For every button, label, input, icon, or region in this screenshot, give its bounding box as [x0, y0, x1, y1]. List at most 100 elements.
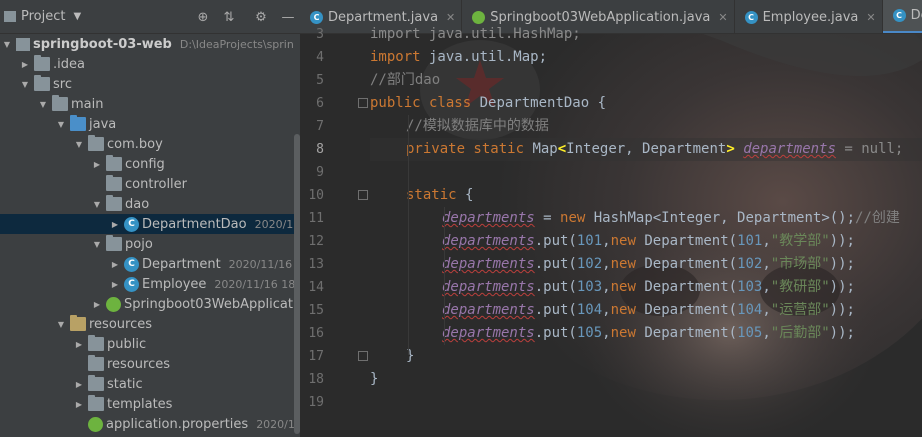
- code-token: .put(: [534, 256, 577, 272]
- project-view-selector[interactable]: Project ▼: [0, 9, 81, 24]
- close-tab-icon[interactable]: ✕: [446, 11, 455, 24]
- project-title: Project: [21, 9, 66, 24]
- tree-item[interactable]: ▼ src: [0, 74, 300, 94]
- fold-marker-icon[interactable]: [358, 190, 368, 200]
- code-token: "市场部": [770, 256, 830, 272]
- code-line[interactable]: //部门dao: [370, 69, 440, 92]
- fold-marker-icon[interactable]: [358, 351, 368, 361]
- collapse-all-icon[interactable]: ⇅: [222, 11, 236, 25]
- tree-item-label: main: [71, 96, 104, 112]
- code-line[interactable]: public class DepartmentDao {: [370, 92, 606, 115]
- tree-item[interactable]: ▼ resources: [0, 314, 300, 334]
- tree-item[interactable]: controller: [0, 174, 300, 194]
- indent-guide: [408, 115, 409, 355]
- tree-item[interactable]: ▼ springboot-03-web D:\IdeaProjects\spring…: [0, 34, 300, 54]
- java-class-icon: C: [124, 216, 139, 232]
- code-token: Department(: [635, 279, 738, 295]
- code-line[interactable]: departments.put(101,new Department(101,"…: [442, 230, 855, 253]
- code-line[interactable]: import java.util.HashMap;: [370, 23, 581, 46]
- code-token: new: [610, 302, 636, 318]
- code-line[interactable]: }: [370, 368, 378, 391]
- code-token: departments: [442, 302, 535, 318]
- code-token: java.util.Map;: [420, 49, 548, 65]
- source-folder-icon: [70, 115, 86, 131]
- expand-arrow-icon[interactable]: ▼: [91, 194, 103, 214]
- code-token: 104: [737, 302, 763, 318]
- expand-arrow-icon[interactable]: ▼: [55, 114, 67, 134]
- fold-marker-icon[interactable]: [358, 98, 368, 108]
- close-tab-icon[interactable]: ✕: [866, 11, 875, 24]
- expand-arrow-icon[interactable]: ▼: [1, 34, 13, 54]
- package-icon: [88, 135, 104, 151]
- collapse-arrow-icon[interactable]: ▶: [73, 374, 85, 394]
- code-token: departments: [442, 279, 535, 295]
- code-line[interactable]: private static Map<Integer, Department> …: [370, 138, 922, 161]
- tree-item[interactable]: ▼ java: [0, 114, 300, 134]
- tree-item[interactable]: ▶CDepartmentDao2020/11/16 19:: [0, 214, 300, 234]
- locate-icon[interactable]: ⊕: [196, 11, 210, 25]
- collapse-arrow-icon[interactable]: ▶: [91, 294, 103, 314]
- tree-item[interactable]: ▼ main: [0, 94, 300, 114]
- code-token: Map: [524, 141, 558, 157]
- tree-item[interactable]: ▶ public: [0, 334, 300, 354]
- code-line[interactable]: departments.put(104,new Department(104,"…: [442, 299, 855, 322]
- code-token: private static: [406, 141, 525, 157]
- tree-item[interactable]: ▶Springboot03WebApplication20: [0, 294, 300, 314]
- close-tab-icon[interactable]: ✕: [718, 11, 727, 24]
- tree-item[interactable]: ▶CEmployee 2020/11/16 18:19, 420: [0, 274, 300, 294]
- code-line[interactable]: departments.put(102,new Department(102,"…: [442, 253, 855, 276]
- expand-arrow-icon[interactable]: ▼: [55, 314, 67, 334]
- editor-tab[interactable]: C Department: [882, 0, 922, 33]
- tree-item[interactable]: resources: [0, 354, 300, 374]
- editor-gutter: 3 4 5 6 7 8 9 10 11 12 13 14 15 16 17 18 19: [300, 27, 368, 437]
- package-icon: [106, 195, 122, 211]
- tree-item-label: src: [53, 76, 72, 92]
- code-area[interactable]: import java.util.HashMap; import java.uti…: [370, 26, 922, 437]
- tree-item-label: controller: [125, 176, 188, 192]
- expand-arrow-icon[interactable]: ▼: [19, 74, 31, 94]
- tree-item[interactable]: ▼ com.boy: [0, 134, 300, 154]
- tree-item[interactable]: ▶CDepartment 2020/11/16 19:21, 2: [0, 254, 300, 274]
- line-number: 11: [308, 211, 324, 226]
- gear-icon[interactable]: ⚙: [254, 11, 268, 25]
- java-class-icon: C: [744, 10, 758, 24]
- collapse-arrow-icon[interactable]: ▶: [109, 214, 121, 234]
- expand-arrow-icon[interactable]: ▼: [91, 234, 103, 254]
- editor-tab[interactable]: C Employee.java ✕: [735, 0, 883, 33]
- code-line[interactable]: //模拟数据库中的数据: [406, 115, 549, 138]
- collapse-arrow-icon[interactable]: ▶: [73, 334, 85, 354]
- tree-item[interactable]: ▼ pojo: [0, 234, 300, 254]
- folder-icon: [88, 355, 104, 371]
- code-line[interactable]: departments = new HashMap<Integer, Depar…: [442, 207, 900, 230]
- folder-icon: [34, 75, 50, 91]
- tree-item[interactable]: ▼ dao: [0, 194, 300, 214]
- code-token: "后勤部": [770, 325, 830, 341]
- code-token: DepartmentDao {: [471, 95, 607, 111]
- collapse-arrow-icon[interactable]: ▶: [73, 394, 85, 414]
- collapse-arrow-icon[interactable]: ▶: [91, 154, 103, 174]
- code-token: departments: [442, 233, 535, 249]
- tree-item[interactable]: ▶ config: [0, 154, 300, 174]
- code-line[interactable]: departments.put(105,new Department(105,"…: [442, 322, 855, 345]
- tree-item-label: application.properties: [106, 416, 249, 432]
- spring-icon: [88, 416, 103, 432]
- code-line[interactable]: static {: [406, 184, 473, 207]
- tree-item-label: static: [107, 376, 143, 392]
- collapse-arrow-icon[interactable]: ▶: [109, 274, 121, 294]
- java-class-icon: C: [892, 9, 906, 22]
- tree-item[interactable]: application.properties2020/11/16 19:: [0, 414, 300, 434]
- tree-item[interactable]: ▶ templates: [0, 394, 300, 414]
- collapse-arrow-icon[interactable]: ▶: [109, 254, 121, 274]
- tree-item[interactable]: ▶ static: [0, 374, 300, 394]
- line-number: 17: [308, 349, 324, 364]
- code-line[interactable]: import java.util.Map;: [370, 46, 547, 69]
- code-line[interactable]: departments.put(103,new Department(103,"…: [442, 276, 855, 299]
- minimize-icon[interactable]: —: [281, 11, 295, 25]
- line-number: 7: [316, 119, 324, 134]
- code-token: ,: [762, 279, 771, 295]
- expand-arrow-icon[interactable]: ▼: [37, 94, 49, 114]
- collapse-arrow-icon[interactable]: ▶: [19, 54, 31, 74]
- expand-arrow-icon[interactable]: ▼: [73, 134, 85, 154]
- tree-item[interactable]: ▶ .idea: [0, 54, 300, 74]
- tree-item-label: config: [125, 156, 165, 172]
